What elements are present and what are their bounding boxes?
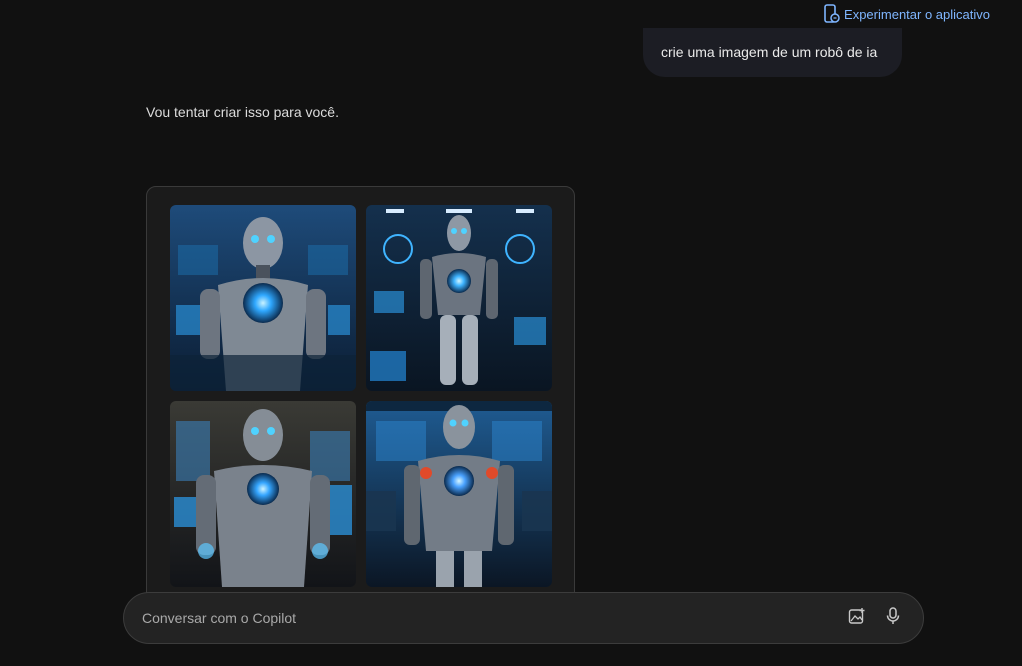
copilot-page: Experimentar o aplicativo crie uma image… [0,0,1022,666]
add-image-button[interactable] [843,604,871,632]
user-message-text: crie uma imagem de um robô de ia [661,44,878,60]
phone-chat-icon [822,4,840,24]
robot-image-4 [366,401,552,587]
generated-image-1[interactable] [170,205,356,391]
generated-image-3[interactable] [170,401,356,587]
add-image-icon [848,607,866,630]
chat-input[interactable] [124,609,843,627]
generated-images-card [146,186,575,606]
microphone-button[interactable] [879,604,907,632]
robot-image-1 [170,205,356,391]
robot-image-2 [366,205,552,391]
generated-image-2[interactable] [366,205,552,391]
try-app-label: Experimentar o aplicativo [844,6,990,22]
generated-image-4[interactable] [366,401,552,587]
microphone-icon [885,606,901,630]
try-app-link[interactable]: Experimentar o aplicativo [822,4,990,24]
chat-composer [123,592,924,644]
user-message-bubble: crie uma imagem de um robô de ia [643,28,902,77]
assistant-message-text: Vou tentar criar isso para você. [146,104,339,120]
robot-image-3 [170,401,356,587]
